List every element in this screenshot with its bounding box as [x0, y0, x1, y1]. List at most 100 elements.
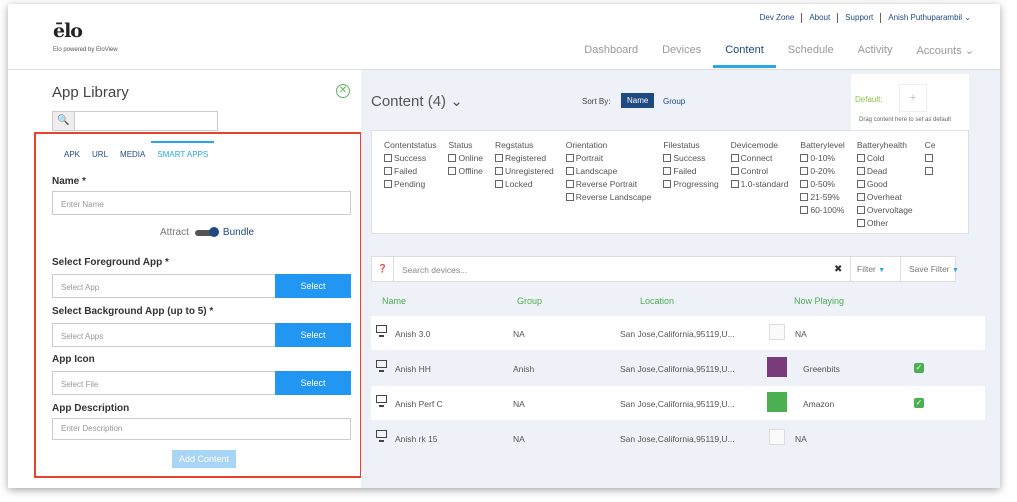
nav-accounts[interactable]: Accounts ⌄ — [904, 44, 986, 68]
nav-schedule[interactable]: Schedule — [776, 44, 846, 68]
filter-option[interactable]: Landscape — [565, 165, 652, 178]
checkbox[interactable] — [800, 206, 809, 214]
filter-option[interactable]: Success — [384, 152, 436, 165]
checkbox[interactable] — [495, 154, 504, 162]
filter-option[interactable]: Offline — [448, 165, 483, 178]
checkbox[interactable] — [384, 154, 392, 162]
content-thumbnail[interactable] — [767, 357, 787, 377]
save-filter-dropdown[interactable]: Save Filter ▼ — [900, 257, 962, 281]
filter-option[interactable]: Success — [663, 152, 718, 165]
filter-option[interactable]: 21-59% — [800, 191, 844, 204]
content-thumbnail[interactable] — [769, 324, 785, 340]
filter-option[interactable]: Online — [448, 152, 483, 165]
filter-option[interactable]: Failed — [663, 165, 718, 178]
checkbox[interactable] — [856, 193, 865, 201]
table-row[interactable]: Anish rk 15 NA San Jose,California,95119,U… — [371, 421, 985, 455]
filter-option[interactable]: Reverse Portrait — [565, 178, 652, 191]
checkbox[interactable] — [856, 219, 865, 227]
checkbox[interactable] — [495, 167, 504, 175]
filter-option[interactable] — [924, 165, 936, 178]
user-menu[interactable]: Anish Puthuparambil ⌄ — [881, 13, 978, 23]
checkbox[interactable] — [856, 180, 865, 188]
search-icon[interactable]: 🔍 — [53, 112, 75, 130]
filter-option[interactable]: Progressing — [663, 178, 719, 191]
nav-activity[interactable]: Activity — [846, 44, 905, 68]
tab-url[interactable]: URL — [86, 146, 114, 165]
filter-option[interactable]: Dead — [856, 165, 913, 178]
checkbox[interactable] — [565, 167, 574, 175]
select-background-button[interactable]: Select — [275, 323, 351, 347]
col-name[interactable]: Name — [382, 296, 406, 306]
checkbox[interactable] — [663, 154, 672, 162]
filter-option[interactable]: Control — [730, 165, 789, 178]
toggle-switch[interactable] — [194, 226, 219, 237]
filter-option[interactable]: Overvoltage — [856, 204, 913, 217]
checkbox[interactable] — [448, 167, 457, 175]
sort-group-button[interactable]: Group — [663, 97, 685, 106]
filter-option[interactable]: Reverse Landscape — [565, 191, 651, 204]
checkbox[interactable] — [800, 154, 809, 162]
content-thumbnail[interactable] — [767, 392, 787, 412]
filter-option[interactable]: 0-20% — [800, 165, 844, 178]
add-content-button[interactable]: Add Content — [172, 450, 236, 468]
nav-content[interactable]: Content — [713, 44, 776, 68]
checkbox[interactable] — [730, 180, 739, 188]
filter-option[interactable]: Cold — [856, 152, 913, 165]
checkbox[interactable] — [565, 193, 574, 201]
filter-option[interactable]: Locked — [495, 178, 554, 191]
tab-media[interactable]: MEDIA — [114, 146, 151, 165]
library-search-input[interactable]: 🔍 — [52, 111, 218, 131]
checkbox[interactable] — [663, 180, 672, 188]
default-content-dropzone[interactable]: Default: + Drag content here to set as d… — [851, 74, 969, 130]
table-row[interactable]: Anish 3.0 NA San Jose,California,95119,U..… — [371, 316, 985, 350]
about-link[interactable]: About — [802, 13, 839, 23]
checkbox[interactable] — [800, 167, 809, 175]
checkbox[interactable] — [663, 167, 672, 175]
checkbox[interactable] — [800, 193, 809, 201]
filter-option[interactable]: Unregistered — [495, 165, 554, 178]
checkbox[interactable] — [800, 180, 809, 188]
checkbox[interactable] — [565, 154, 574, 162]
app-icon-input[interactable]: Select File — [52, 371, 276, 395]
col-now-playing[interactable]: Now Playing — [794, 296, 844, 306]
close-icon[interactable]: ✕ — [336, 84, 350, 98]
checkbox[interactable] — [495, 180, 504, 188]
checkbox[interactable] — [856, 167, 865, 175]
checkbox[interactable] — [730, 167, 739, 175]
filter-option[interactable]: Connect — [730, 152, 789, 165]
filter-option[interactable]: Failed — [384, 165, 436, 178]
tab-apk[interactable]: APK — [58, 146, 86, 165]
dev-zone-link[interactable]: Dev Zone — [753, 13, 803, 23]
background-app-input[interactable]: Select Apps — [52, 323, 276, 347]
select-foreground-button[interactable]: Select — [275, 274, 351, 298]
attract-bundle-toggle[interactable]: Attract Bundle — [160, 226, 254, 238]
content-thumbnail[interactable] — [769, 429, 785, 445]
checkbox[interactable] — [384, 180, 392, 188]
checkbox[interactable] — [924, 167, 933, 175]
support-link[interactable]: Support — [838, 13, 882, 23]
app-description-textarea[interactable]: Enter Description — [52, 418, 351, 440]
filter-option[interactable]: 0-50% — [800, 178, 844, 191]
table-row[interactable]: Anish HH Anish San Jose,California,95119,U… — [371, 351, 985, 385]
checkbox[interactable] — [856, 154, 865, 162]
clear-icon[interactable]: ✖ — [834, 264, 842, 275]
checkbox[interactable] — [924, 154, 933, 162]
filter-option[interactable]: Other — [856, 217, 913, 230]
nav-devices[interactable]: Devices — [650, 44, 713, 68]
plus-icon[interactable]: + — [899, 84, 927, 112]
foreground-app-input[interactable]: Select App — [52, 274, 276, 298]
nav-dashboard[interactable]: Dashboard — [572, 44, 650, 68]
filter-option[interactable]: 1.0-standard — [730, 178, 788, 191]
name-input[interactable]: Enter Name — [52, 191, 351, 215]
col-group[interactable]: Group — [517, 296, 542, 306]
select-icon-button[interactable]: Select — [275, 371, 351, 395]
checkbox[interactable] — [384, 167, 392, 175]
filter-option[interactable]: Registered — [495, 152, 554, 165]
filter-option[interactable]: Pending — [384, 178, 436, 191]
filter-option[interactable]: Good — [856, 178, 913, 191]
filter-option[interactable]: Portrait — [565, 152, 652, 165]
col-location[interactable]: Location — [640, 296, 674, 306]
checkbox[interactable] — [448, 154, 457, 162]
checkbox[interactable] — [565, 180, 574, 188]
filter-option[interactable]: 0-10% — [800, 152, 844, 165]
